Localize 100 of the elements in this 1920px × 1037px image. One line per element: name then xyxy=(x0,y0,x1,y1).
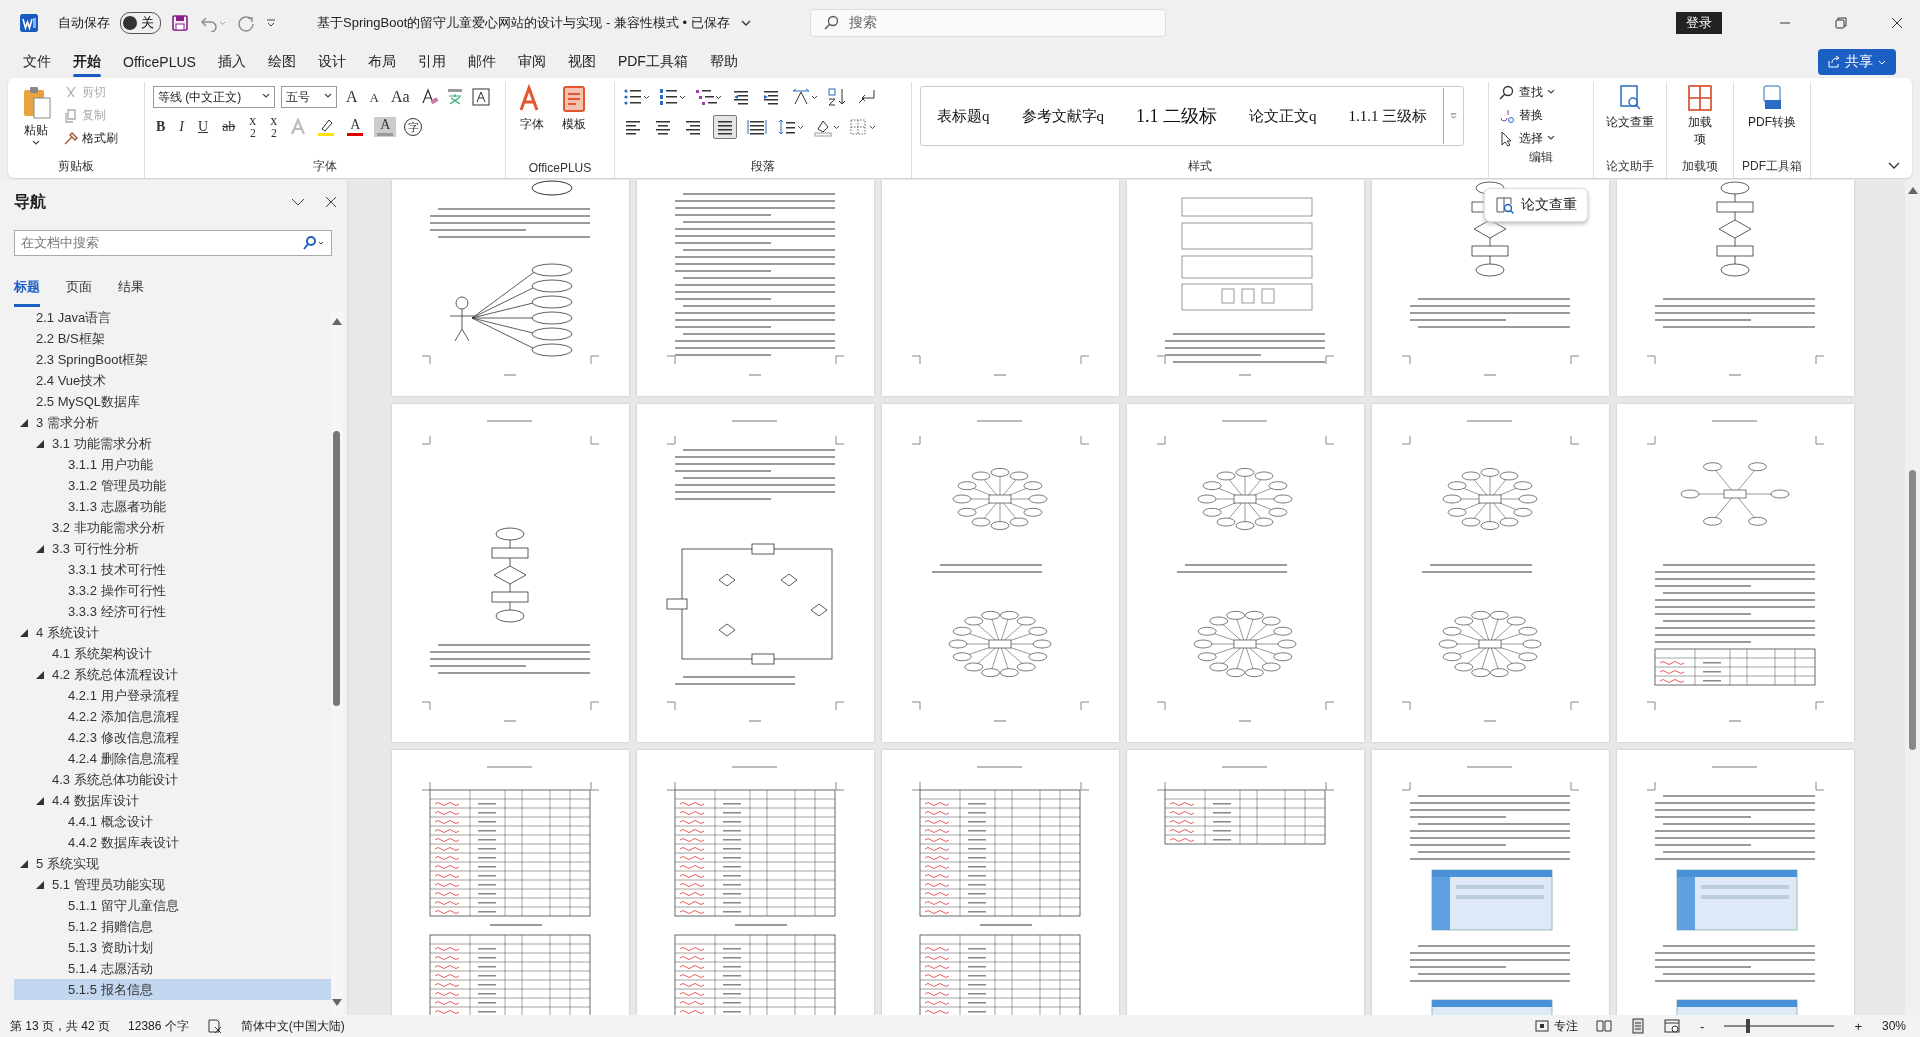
ribbon-tab[interactable]: 邮件 xyxy=(456,49,507,75)
collapse-triangle-icon[interactable] xyxy=(36,880,44,889)
ribbon-tab[interactable]: 布局 xyxy=(356,49,407,75)
strikethrough-button[interactable]: ab xyxy=(219,120,239,134)
close-icon[interactable] xyxy=(325,196,337,208)
text-direction-icon[interactable] xyxy=(791,87,817,107)
navigation-tab[interactable]: 页面 xyxy=(66,278,92,307)
line-spacing-icon[interactable] xyxy=(777,117,803,137)
collapse-triangle-icon[interactable] xyxy=(20,418,28,427)
bullets-icon[interactable] xyxy=(623,87,649,107)
collapse-triangle-icon[interactable] xyxy=(36,439,44,448)
style-item[interactable]: 参考文献字q xyxy=(1005,106,1120,126)
character-border-icon[interactable] xyxy=(470,87,491,107)
borders-icon[interactable] xyxy=(849,117,875,137)
web-layout-icon[interactable] xyxy=(1664,1018,1681,1034)
zoom-level[interactable]: 30% xyxy=(1881,1019,1906,1033)
collapse-triangle-icon[interactable] xyxy=(36,670,44,679)
pdf-convert-button[interactable]: PDF转换 xyxy=(1742,82,1802,133)
heading-item[interactable]: 3.1 功能需求分析 xyxy=(52,433,152,454)
heading-item[interactable]: 3 需求分析 xyxy=(36,412,99,433)
sort-icon[interactable] xyxy=(827,87,847,107)
customize-toolbar-icon[interactable] xyxy=(265,17,277,29)
grow-font-button[interactable]: A xyxy=(343,89,361,105)
heading-item[interactable]: 2.3 SpringBoot框架 xyxy=(36,349,148,370)
highlighter-icon[interactable] xyxy=(316,117,337,137)
justify-button[interactable] xyxy=(713,115,737,139)
heading-item[interactable]: 2.1 Java语言 xyxy=(36,311,112,328)
ribbon-tab[interactable]: 绘图 xyxy=(256,49,307,75)
replace-button[interactable]: 替换 xyxy=(1497,105,1585,126)
heading-item[interactable]: 4.4.2 数据库表设计 xyxy=(68,832,179,853)
multilevel-list-icon[interactable] xyxy=(695,87,721,107)
numbering-icon[interactable] xyxy=(659,87,685,107)
ribbon-tab[interactable]: OfficePLUS xyxy=(112,50,207,74)
distributed-icon[interactable] xyxy=(747,117,767,137)
heading-item[interactable]: 5.1 管理员功能实现 xyxy=(52,874,165,895)
ribbon-tab[interactable]: 文件 xyxy=(12,49,62,75)
find-button[interactable]: 查找 xyxy=(1497,82,1585,103)
scroll-up-icon[interactable] xyxy=(1908,186,1918,194)
heading-item[interactable]: 4.2.1 用户登录流程 xyxy=(68,685,179,706)
heading-item[interactable]: 5 系统实现 xyxy=(36,853,99,874)
document-page[interactable] xyxy=(637,404,874,742)
heading-item[interactable]: 3.2 非功能需求分析 xyxy=(52,517,165,538)
heading-item[interactable]: 4.3 系统总体功能设计 xyxy=(52,769,178,790)
paste-button[interactable]: 粘贴 xyxy=(16,82,56,149)
scroll-down-icon[interactable] xyxy=(332,999,342,1007)
heading-item[interactable]: 4.2.3 修改信息流程 xyxy=(68,727,179,748)
print-layout-icon[interactable] xyxy=(1630,1018,1647,1034)
navigation-tab[interactable]: 结果 xyxy=(118,278,144,307)
language-status[interactable]: 简体中文(中国大陆) xyxy=(240,1017,345,1035)
template-button[interactable]: 模板 xyxy=(556,82,592,135)
collapse-triangle-icon[interactable] xyxy=(36,796,44,805)
underline-button[interactable]: U xyxy=(195,120,212,134)
heading-item[interactable]: 2.2 B/S框架 xyxy=(36,328,105,349)
scrollbar-thumb[interactable] xyxy=(333,431,340,706)
heading-item[interactable]: 5.1.4 志愿活动 xyxy=(68,958,153,979)
collapse-ribbon-icon[interactable] xyxy=(1888,162,1900,170)
heading-item[interactable]: 2.5 MySQL数据库 xyxy=(36,391,141,412)
change-case-button[interactable]: Aa xyxy=(387,89,413,105)
save-icon[interactable] xyxy=(171,14,189,32)
heading-item[interactable]: 5.1.2 捐赠信息 xyxy=(68,916,153,937)
heading-item[interactable]: 3.3.2 操作可行性 xyxy=(68,580,166,601)
character-shading-button[interactable]: A xyxy=(374,117,397,137)
heading-item[interactable]: 4.2.4 删除信息流程 xyxy=(68,748,179,769)
zoom-in-button[interactable]: + xyxy=(1852,1018,1864,1034)
login-button[interactable]: 登录 xyxy=(1676,12,1722,34)
font-gallery-button[interactable]: 字体 xyxy=(514,82,550,135)
pane-options-icon[interactable] xyxy=(291,197,305,207)
heading-item[interactable]: 3.1.3 志愿者功能 xyxy=(68,496,166,517)
word-count[interactable]: 12386 个字 xyxy=(128,1017,189,1035)
restore-icon[interactable] xyxy=(1835,17,1847,29)
heading-item[interactable]: 4.4 数据库设计 xyxy=(52,790,139,811)
document-page[interactable] xyxy=(392,404,629,742)
ribbon-tab[interactable]: 帮助 xyxy=(698,49,749,75)
font-name-dropdown[interactable]: 等线 (中文正文) xyxy=(153,86,275,108)
heading-item[interactable]: 5.1.1 留守儿童信息 xyxy=(68,895,179,916)
read-mode-icon[interactable] xyxy=(1596,1018,1613,1034)
scrollbar-thumb[interactable] xyxy=(1909,470,1916,750)
collapse-triangle-icon[interactable] xyxy=(20,628,28,637)
autosave-toggle[interactable]: 关 xyxy=(120,12,161,34)
shrink-font-button[interactable]: A xyxy=(366,90,382,104)
redo-icon[interactable] xyxy=(237,14,255,32)
heading-item[interactable]: 3.3 可行性分析 xyxy=(52,538,139,559)
heading-item[interactable]: 4.2.2 添加信息流程 xyxy=(68,706,179,727)
heading-item[interactable]: 5.1.3 资助计划 xyxy=(68,937,153,958)
format-painter-button[interactable]: 格式刷 xyxy=(62,128,120,149)
heading-item[interactable]: 4.1 系统架构设计 xyxy=(52,643,152,664)
close-icon[interactable] xyxy=(1891,17,1903,29)
collapse-triangle-icon[interactable] xyxy=(36,544,44,553)
style-item[interactable]: 论文正文q xyxy=(1233,106,1333,126)
ribbon-tab[interactable]: 插入 xyxy=(206,49,257,75)
zoom-out-button[interactable]: - xyxy=(1698,1018,1707,1034)
font-color-button[interactable]: A xyxy=(344,118,367,136)
ribbon-tab[interactable]: 审阅 xyxy=(506,49,557,75)
focus-icon[interactable] xyxy=(1534,1018,1551,1034)
bold-button[interactable]: B xyxy=(153,120,169,134)
style-item[interactable]: 表标题q xyxy=(921,106,1006,126)
plagiarism-check-button[interactable]: 论文查重 xyxy=(1602,82,1658,133)
select-button[interactable]: 选择 xyxy=(1497,128,1585,149)
add-ins-button[interactable]: 加载项 xyxy=(1675,82,1725,150)
document-search-field[interactable]: 在文档中搜索 xyxy=(14,230,332,256)
